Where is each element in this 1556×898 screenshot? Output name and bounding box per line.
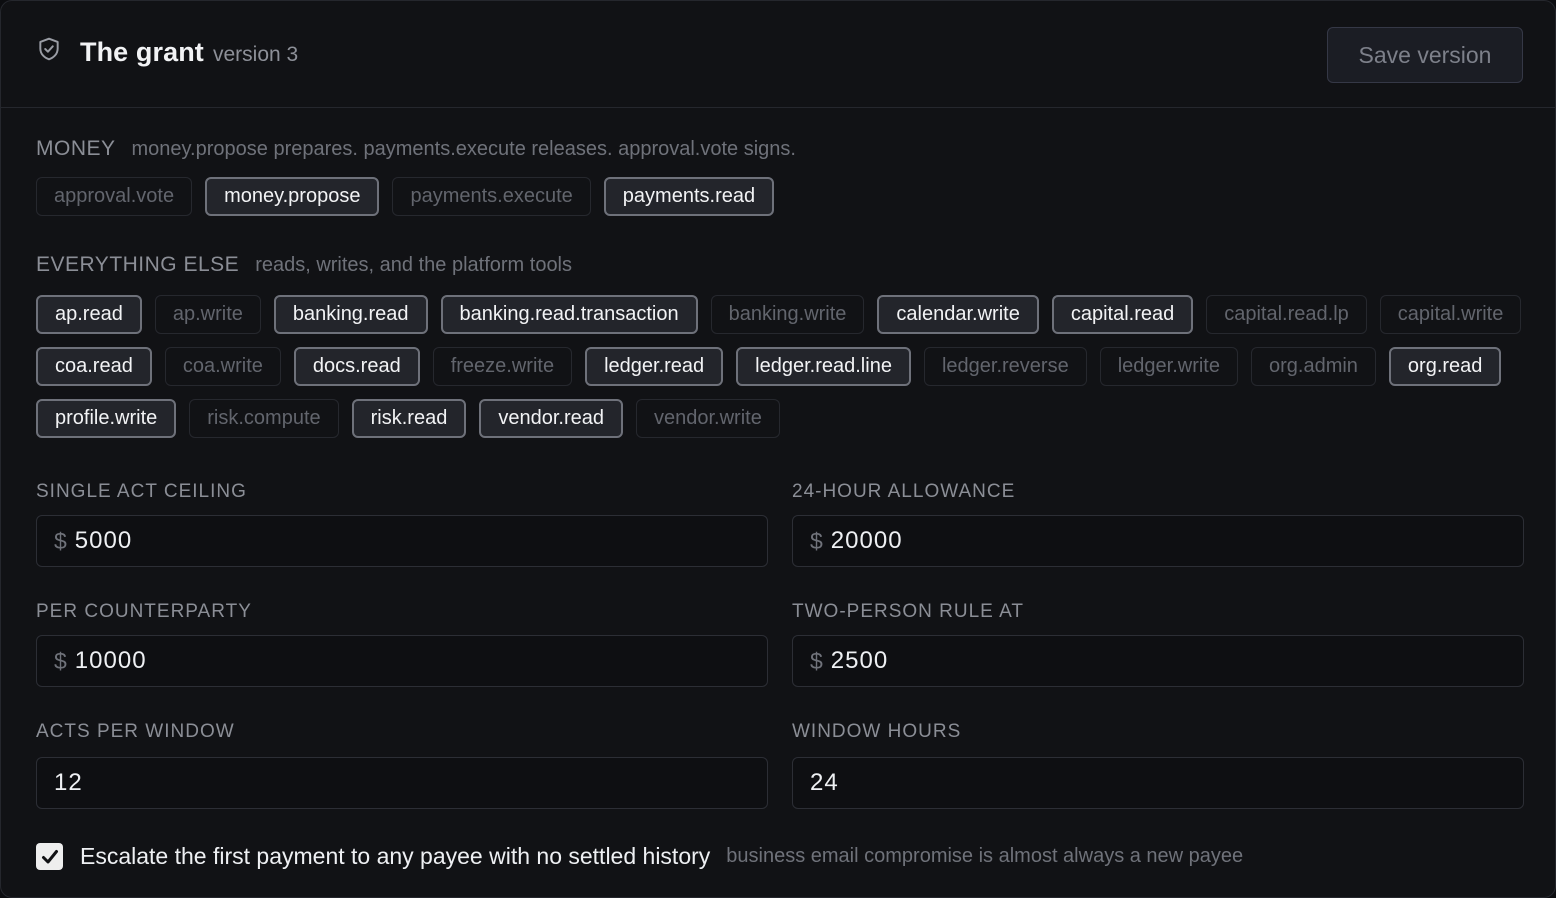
two-person-rule-label: TWO-PERSON RULE AT — [792, 601, 1024, 622]
acts-per-window-field — [36, 757, 768, 809]
scope-chip-risk-read[interactable]: risk.read — [351, 399, 467, 438]
shield-check-icon — [39, 37, 59, 61]
scope-chip-money-propose[interactable]: money.propose — [205, 177, 380, 216]
scope-chip-risk-compute[interactable]: risk.compute — [189, 399, 339, 438]
money-scope-chips: approval.vote money.propose payments.execu… — [36, 177, 1526, 216]
acts-per-window-input[interactable] — [54, 769, 654, 797]
scope-chip-ledger-reverse[interactable]: ledger.reverse — [923, 347, 1087, 386]
scope-chip-capital-write[interactable]: capital.write — [1379, 295, 1522, 334]
scope-chip-vendor-write[interactable]: vendor.write — [635, 399, 780, 438]
currency-symbol: $ — [810, 527, 823, 554]
scope-chip-banking-read[interactable]: banking.read — [273, 295, 428, 334]
escalation-label: Escalate the first payment to any payee … — [80, 843, 711, 869]
other-scope-chips: ap.read ap.write banking.read banking.read.… — [36, 295, 1526, 438]
scope-chip-vendor-read[interactable]: vendor.read — [479, 399, 623, 438]
scope-chip-capital-read[interactable]: capital.read — [1051, 295, 1194, 334]
scope-chip-approval-vote[interactable]: approval.vote — [36, 177, 193, 216]
allowance-24h-label: 24-HOUR ALLOWANCE — [792, 481, 1016, 502]
save-version-button[interactable]: Save version — [1327, 27, 1523, 83]
scope-chip-ap-write[interactable]: ap.write — [154, 295, 261, 334]
per-counterparty-field: $ — [36, 635, 768, 687]
scope-chip-freeze-write[interactable]: freeze.write — [432, 347, 573, 386]
allowance-24h-input[interactable] — [830, 527, 1431, 555]
scope-chip-payments-read[interactable]: payments.read — [603, 177, 775, 216]
money-section-title: MONEY — [36, 137, 116, 160]
currency-symbol: $ — [54, 647, 67, 674]
scope-chip-ledger-write[interactable]: ledger.write — [1099, 347, 1238, 386]
scope-chip-banking-write[interactable]: banking.write — [710, 295, 865, 334]
scope-chip-ap-read[interactable]: ap.read — [36, 295, 142, 334]
two-person-rule-field: $ — [792, 635, 1524, 687]
two-person-rule-input[interactable] — [830, 647, 1431, 675]
scope-chip-ledger-read[interactable]: ledger.read — [585, 347, 724, 386]
currency-symbol: $ — [810, 647, 823, 674]
currency-symbol: $ — [54, 527, 67, 554]
panel-header: The grant version 3 Save version — [1, 1, 1555, 108]
scope-chip-coa-write[interactable]: coa.write — [164, 347, 281, 386]
scope-chip-ledger-read-line[interactable]: ledger.read.line — [736, 347, 911, 386]
scope-chip-capital-read-lp[interactable]: capital.read.lp — [1206, 295, 1367, 334]
other-section-title: EVERYTHING ELSE — [36, 253, 240, 276]
scope-chip-docs-read[interactable]: docs.read — [293, 347, 420, 386]
per-counterparty-label: PER COUNTERPARTY — [36, 601, 252, 622]
money-section-header: MONEY money.propose prepares. payments.e… — [36, 137, 796, 161]
single-act-ceiling-label: SINGLE ACT CEILING — [36, 481, 247, 502]
grant-panel: The grant version 3 Save version MONEY m… — [0, 0, 1556, 898]
window-hours-field — [792, 757, 1524, 809]
window-hours-label: WINDOW HOURS — [792, 721, 962, 742]
window-hours-input[interactable] — [810, 769, 1410, 797]
version-label: version 3 — [213, 43, 299, 66]
scope-chip-calendar-write[interactable]: calendar.write — [877, 295, 1039, 334]
page-title: The grant — [80, 37, 204, 67]
allowance-24h-field: $ — [792, 515, 1524, 567]
escalation-hint: business email compromise is almost alwa… — [726, 845, 1244, 867]
scope-chip-payments-execute[interactable]: payments.execute — [392, 177, 591, 216]
scope-chip-coa-read[interactable]: coa.read — [36, 347, 152, 386]
escalation-checkbox[interactable] — [36, 843, 63, 870]
single-act-ceiling-field: $ — [36, 515, 768, 567]
per-counterparty-input[interactable] — [74, 647, 675, 675]
scope-chip-org-read[interactable]: org.read — [1388, 347, 1502, 386]
other-section-header: EVERYTHING ELSE reads, writes, and the p… — [36, 253, 572, 277]
checkmark-icon — [41, 849, 58, 863]
scope-chip-org-admin[interactable]: org.admin — [1250, 347, 1376, 386]
money-section-description: money.propose prepares. payments.execute… — [131, 138, 796, 160]
scope-chip-profile-write[interactable]: profile.write — [36, 399, 177, 438]
acts-per-window-label: ACTS PER WINDOW — [36, 721, 235, 742]
scope-chip-banking-read-transaction[interactable]: banking.read.transaction — [440, 295, 698, 334]
other-section-description: reads, writes, and the platform tools — [255, 254, 573, 276]
single-act-ceiling-input[interactable] — [74, 527, 675, 555]
escalation-row: Escalate the first payment to any payee … — [36, 843, 1243, 870]
